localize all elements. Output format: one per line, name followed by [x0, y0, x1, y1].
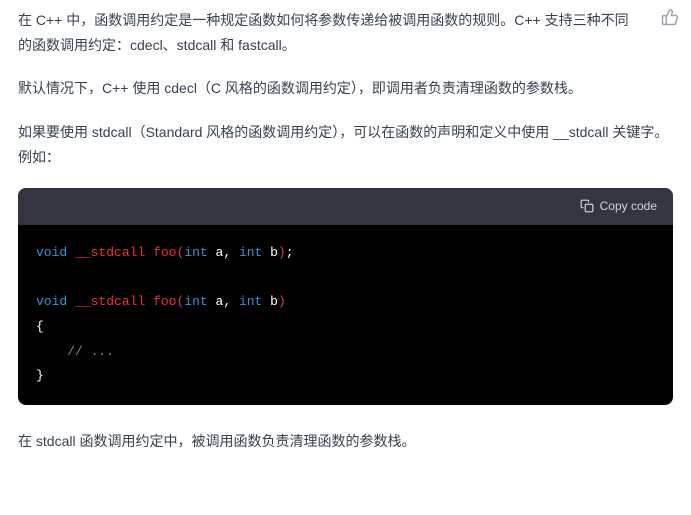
- code-token: b: [270, 245, 278, 260]
- code-token: {: [36, 319, 44, 334]
- code-token: ;: [286, 245, 294, 260]
- paragraph-cdecl: 默认情况下，C++ 使用 cdecl（C 风格的函数调用约定），即调用者负责清理…: [18, 76, 673, 101]
- paragraph-stdcall-intro: 如果要使用 stdcall（Standard 风格的函数调用约定），可以在函数的…: [18, 120, 673, 170]
- code-token: foo: [153, 245, 176, 260]
- code-token: __stdcall: [75, 245, 145, 260]
- code-token: void: [36, 294, 67, 309]
- paragraph-stdcall-explain: 在 stdcall 函数调用约定中，被调用函数负责清理函数的参数栈。: [18, 429, 673, 454]
- code-token: __stdcall: [75, 294, 145, 309]
- code-token: int: [239, 294, 262, 309]
- paragraph-intro: 在 C++ 中，函数调用约定是一种规定函数如何将参数传递给被调用函数的规则。C+…: [18, 8, 641, 58]
- code-token: b: [270, 294, 278, 309]
- copy-code-label: Copy code: [600, 196, 657, 217]
- code-token: void: [36, 245, 67, 260]
- code-token: int: [184, 294, 207, 309]
- code-token: int: [184, 245, 207, 260]
- code-token: // ...: [67, 344, 114, 359]
- code-token: ): [278, 245, 286, 260]
- copy-code-button[interactable]: Copy code: [580, 196, 657, 217]
- code-token: int: [239, 245, 262, 260]
- code-token: foo: [153, 294, 176, 309]
- article-content: 在 C++ 中，函数调用约定是一种规定函数如何将参数传递给被调用函数的规则。C+…: [18, 8, 673, 454]
- code-block: Copy code void __stdcall foo(int a, int …: [18, 188, 673, 405]
- code-body: void __stdcall foo(int a, int b); void _…: [18, 225, 673, 405]
- thumbs-up-icon: [661, 8, 679, 26]
- code-header: Copy code: [18, 188, 673, 225]
- code-token: ): [278, 294, 286, 309]
- code-token: ,: [223, 245, 231, 260]
- thumbs-up-button[interactable]: [661, 8, 679, 34]
- code-token: ,: [223, 294, 231, 309]
- copy-icon: [580, 199, 594, 213]
- code-token: }: [36, 368, 44, 383]
